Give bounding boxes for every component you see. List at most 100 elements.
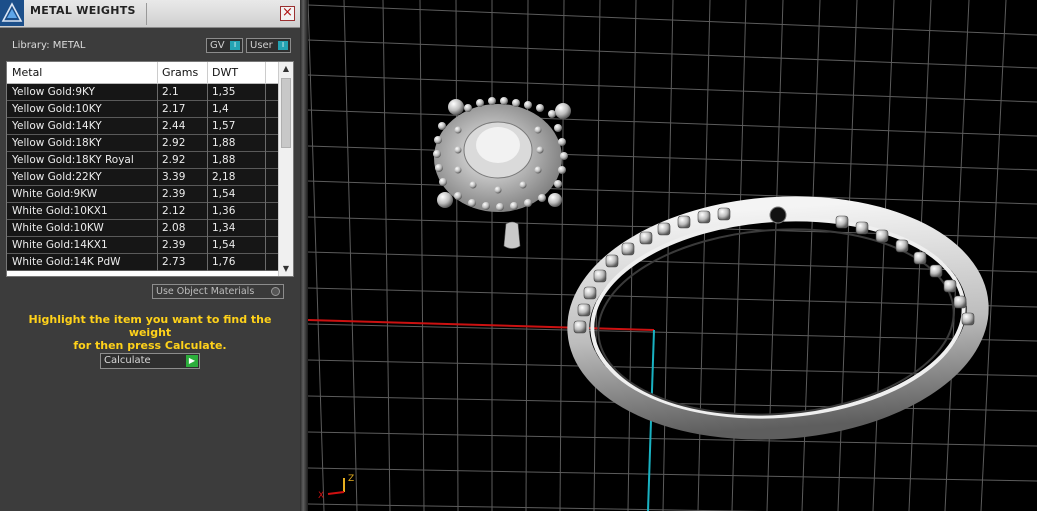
calculate-button[interactable]: Calculate ▶ (100, 353, 200, 369)
table-row[interactable]: Yellow Gold:10KY 2.17 1,4 (7, 101, 279, 118)
cell-metal: Yellow Gold:18KY (12, 137, 102, 149)
z-axis-label: Z (348, 474, 354, 484)
gv-toggle-label: GV (210, 40, 225, 51)
row-divider (265, 169, 266, 186)
use-object-materials-label: Use Object Materials (156, 286, 255, 297)
row-divider (265, 118, 266, 135)
cell-dwt: 1,76 (212, 256, 236, 268)
eternity-band-model[interactable] (567, 194, 989, 441)
row-divider (265, 152, 266, 169)
row-divider (207, 135, 208, 152)
table-row[interactable]: White Gold:14K PdW 2.73 1,76 (7, 254, 279, 271)
table-body: Yellow Gold:9KY 2.1 1,35 Yellow Gold:10KY 2.… (7, 84, 279, 276)
library-label: Library: METAL (12, 40, 86, 51)
cell-grams: 2.73 (162, 256, 186, 268)
cell-metal: Yellow Gold:14KY (12, 120, 102, 132)
cell-metal: Yellow Gold:22KY (12, 171, 102, 183)
panel-title: METAL WEIGHTS (30, 4, 136, 17)
calculate-label: Calculate (104, 355, 151, 366)
panel-splitter[interactable] (300, 0, 308, 511)
row-divider (265, 237, 266, 254)
cell-grams: 2.92 (162, 154, 186, 166)
cell-grams: 2.12 (162, 205, 186, 217)
column-divider (157, 62, 158, 84)
triangle-logo-icon (0, 0, 24, 26)
toggle-indicator-icon: I (230, 41, 240, 50)
panel-titlebar: METAL WEIGHTS × (0, 0, 300, 28)
table-row[interactable]: White Gold:10KW 2.08 1,34 (7, 220, 279, 237)
row-divider (265, 84, 266, 101)
row-divider (207, 237, 208, 254)
cell-dwt: 1,88 (212, 154, 236, 166)
table-row[interactable]: White Gold:14KX1 2.39 1,54 (7, 237, 279, 254)
cell-dwt: 2,18 (212, 171, 236, 183)
scroll-thumb[interactable] (281, 78, 291, 148)
cell-dwt: 1,34 (212, 222, 236, 234)
row-divider (207, 203, 208, 220)
row-divider (157, 237, 158, 254)
user-library-toggle[interactable]: User I (246, 38, 291, 53)
table-row[interactable]: Yellow Gold:9KY 2.1 1,35 (7, 84, 279, 101)
table-header: Metal Grams DWT (7, 62, 279, 84)
cell-dwt: 1,57 (212, 120, 236, 132)
table-scrollbar[interactable]: ▲ ▼ (278, 62, 293, 276)
cell-metal: White Gold:14K PdW (12, 256, 121, 268)
row-divider (207, 118, 208, 135)
x-axis-label: X (318, 491, 324, 501)
instruction-text: Highlight the item you want to find the … (10, 313, 290, 352)
cell-dwt: 1,54 (212, 188, 236, 200)
row-divider (157, 254, 158, 271)
row-divider (265, 254, 266, 271)
perspective-scene[interactable]: Z X (308, 0, 1037, 511)
titlebar-divider (146, 3, 147, 25)
row-divider (207, 169, 208, 186)
row-divider (157, 84, 158, 101)
cell-grams: 3.39 (162, 171, 186, 183)
ring-head-model[interactable] (433, 97, 571, 249)
user-toggle-label: User (250, 40, 273, 51)
radio-icon[interactable] (271, 287, 280, 296)
row-divider (207, 254, 208, 271)
cell-metal: White Gold:14KX1 (12, 239, 108, 251)
close-icon[interactable]: × (280, 6, 295, 21)
gv-library-toggle[interactable]: GV I (206, 38, 243, 53)
play-arrow-icon[interactable]: ▶ (186, 355, 198, 367)
table-row[interactable]: White Gold:10KX1 2.12 1,36 (7, 203, 279, 220)
column-header-grams[interactable]: Grams (162, 66, 198, 79)
cell-metal: White Gold:9KW (12, 188, 98, 200)
row-divider (157, 203, 158, 220)
row-divider (207, 152, 208, 169)
row-divider (207, 84, 208, 101)
table-row[interactable]: Yellow Gold:18KY 2.92 1,88 (7, 135, 279, 152)
scroll-up-icon[interactable]: ▲ (279, 62, 293, 76)
table-row[interactable]: Yellow Gold:14KY 2.44 1,57 (7, 118, 279, 135)
row-divider (207, 220, 208, 237)
row-divider (157, 152, 158, 169)
cell-dwt: 1,54 (212, 239, 236, 251)
cell-metal: Yellow Gold:18KY Royal (12, 154, 134, 166)
cell-dwt: 1,35 (212, 86, 236, 98)
cell-dwt: 1,88 (212, 137, 236, 149)
metal-weights-panel: METAL WEIGHTS × Library: METAL GV I User… (0, 0, 300, 511)
table-row[interactable]: White Gold:9KW 2.39 1,54 (7, 186, 279, 203)
column-header-dwt[interactable]: DWT (212, 66, 238, 79)
cell-grams: 2.17 (162, 103, 186, 115)
floor-grid (308, 0, 1037, 511)
3d-viewport[interactable]: Z X (308, 0, 1037, 511)
column-divider (207, 62, 208, 84)
row-divider (157, 186, 158, 203)
row-divider (157, 118, 158, 135)
scroll-down-icon[interactable]: ▼ (279, 262, 293, 276)
cell-grams: 2.1 (162, 86, 179, 98)
cell-grams: 2.39 (162, 239, 186, 251)
cell-grams: 2.92 (162, 137, 186, 149)
table-row[interactable]: Yellow Gold:18KY Royal 2.92 1,88 (7, 152, 279, 169)
row-divider (265, 101, 266, 118)
cell-dwt: 1,36 (212, 205, 236, 217)
use-object-materials-option[interactable]: Use Object Materials (152, 284, 284, 299)
column-header-metal[interactable]: Metal (12, 66, 42, 79)
table-row[interactable]: Yellow Gold:22KY 3.39 2,18 (7, 169, 279, 186)
row-divider (265, 220, 266, 237)
cell-metal: Yellow Gold:10KY (12, 103, 102, 115)
cell-grams: 2.44 (162, 120, 186, 132)
